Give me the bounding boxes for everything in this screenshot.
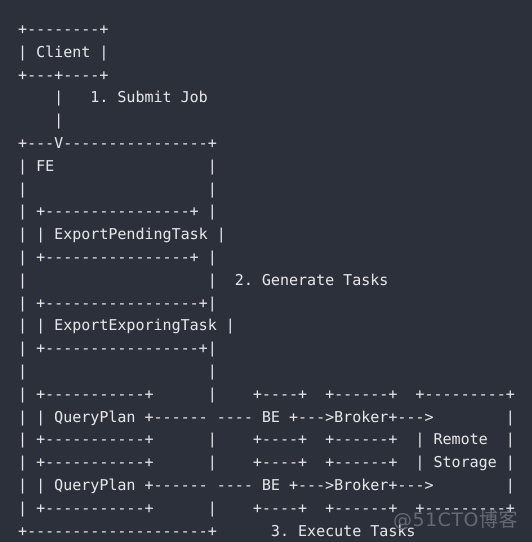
diagram-canvas: +--------+ | Client | +---+----+ | 1. Su…	[0, 0, 532, 542]
ascii-art-diagram: +--------+ | Client | +---+----+ | 1. Su…	[18, 20, 515, 540]
